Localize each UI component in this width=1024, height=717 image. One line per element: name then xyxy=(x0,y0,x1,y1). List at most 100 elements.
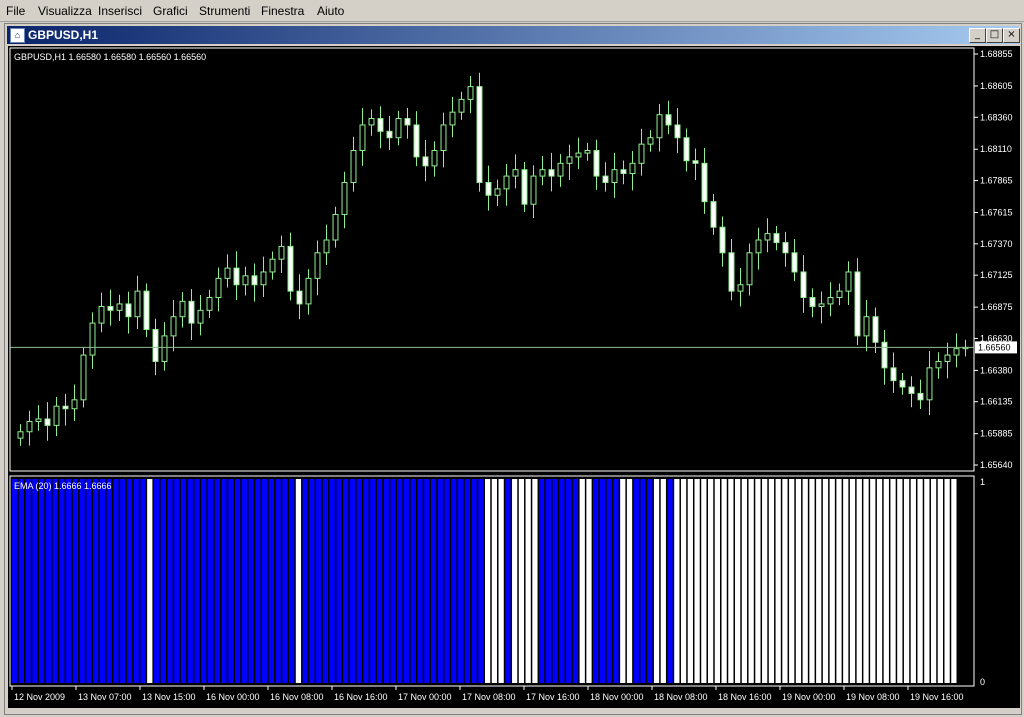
ema-bar xyxy=(714,479,720,683)
ema-bar xyxy=(140,479,146,683)
candle-body xyxy=(62,405,69,410)
ema-bar xyxy=(620,479,626,683)
price-plot-border xyxy=(9,47,975,472)
menu-finestra[interactable]: Finestra xyxy=(261,4,304,18)
ema-bar xyxy=(856,479,862,683)
ema-bar xyxy=(478,479,484,683)
ema-bar xyxy=(363,479,369,683)
candle-body xyxy=(215,277,222,299)
ema-bar xyxy=(221,479,227,683)
candle-body xyxy=(512,169,519,177)
candle-body xyxy=(323,239,330,254)
ema-bar xyxy=(207,479,214,683)
ema-bar xyxy=(464,479,470,683)
candle-body xyxy=(152,328,159,362)
ema-bar xyxy=(559,479,565,683)
ema-bar xyxy=(687,479,693,683)
candle-body xyxy=(71,399,78,410)
candle-body xyxy=(80,354,87,401)
menu-aiuto[interactable]: Aiuto xyxy=(317,4,344,18)
price-tick-label: 1.68110 xyxy=(980,144,1012,154)
candle-body xyxy=(548,169,555,177)
time-tick-label: 13 Nov 07:00 xyxy=(78,692,132,702)
ema-bar xyxy=(430,479,437,683)
menu-file[interactable]: File xyxy=(6,4,25,18)
price-tick-label: 1.66135 xyxy=(980,397,1013,407)
ema-bar xyxy=(647,479,653,683)
time-tick-label: 19 Nov 00:00 xyxy=(782,692,836,702)
candle-body xyxy=(827,297,834,305)
ema-bar xyxy=(133,479,139,683)
ema-bar xyxy=(383,479,389,683)
ema-bar xyxy=(532,479,538,683)
ema-bar xyxy=(370,479,376,683)
menu-inserisci[interactable]: Inserisci xyxy=(98,4,142,18)
candle-body xyxy=(395,118,402,139)
candle-body xyxy=(503,175,510,190)
candle-body xyxy=(413,124,420,158)
ema-bar xyxy=(93,479,99,683)
candle-body xyxy=(125,303,132,318)
candle-body xyxy=(368,118,375,126)
chart-window-icon: ⌂ xyxy=(10,28,25,43)
candle-body xyxy=(242,275,249,286)
ema-bar xyxy=(66,479,72,683)
ema-bar xyxy=(498,479,504,683)
candle-body xyxy=(305,277,312,305)
minimize-button[interactable]: _ xyxy=(969,28,986,43)
candle-body xyxy=(638,143,645,164)
candle-body xyxy=(332,213,339,241)
ema-bar xyxy=(25,479,31,683)
menu-visualizza[interactable]: Visualizza xyxy=(38,4,92,18)
ema-bar xyxy=(930,479,937,683)
ema-bar xyxy=(721,479,727,683)
maximize-button[interactable]: □ xyxy=(986,28,1003,43)
candle-body xyxy=(404,118,411,126)
candle-body xyxy=(764,233,771,241)
candle-body xyxy=(782,242,789,254)
candle-body xyxy=(431,150,438,167)
candle-body xyxy=(143,290,150,330)
candle-body xyxy=(35,418,42,423)
price-tick-label: 1.68605 xyxy=(980,81,1013,91)
candle-body xyxy=(539,169,546,177)
ema-bar xyxy=(79,479,85,683)
ema-bar xyxy=(606,479,612,683)
chart-area[interactable]: 1.68855 1.68605 1.68360 1.68110 1.67865 1.676… xyxy=(8,46,1020,708)
window-titlebar[interactable]: ⌂ GBPUSD,H1 _ □ × xyxy=(7,26,1020,44)
candle-body xyxy=(224,267,231,279)
ema-bar xyxy=(120,479,126,683)
ema-bar xyxy=(471,479,477,683)
ema-bar xyxy=(910,479,916,683)
close-button[interactable]: × xyxy=(1003,28,1020,43)
ema-bar xyxy=(12,479,18,683)
candle-body xyxy=(341,181,348,215)
ema-bar xyxy=(336,479,342,683)
menu-grafici[interactable]: Grafici xyxy=(153,4,188,18)
ema-bar xyxy=(289,479,295,683)
ema-bar xyxy=(802,479,808,683)
ema-bar xyxy=(680,479,687,683)
ema-bar xyxy=(843,479,849,683)
ema-bar xyxy=(809,479,815,683)
ema-bar xyxy=(566,479,572,683)
ema-bar xyxy=(822,479,829,683)
ema-bar xyxy=(437,479,443,683)
candle-body xyxy=(944,354,951,362)
ema-bar xyxy=(153,479,160,683)
price-axis: 1.68855 1.68605 1.68360 1.68110 1.67865 1.676… xyxy=(974,49,1017,470)
ema-bar xyxy=(599,479,606,683)
candle-body xyxy=(584,150,591,154)
ohlc-label: GBPUSD,H1 1.66580 1.66580 1.66560 1.6656… xyxy=(14,52,206,62)
time-tick-label: 17 Nov 00:00 xyxy=(398,692,452,702)
menu-strumenti[interactable]: Strumenti xyxy=(199,4,250,18)
candle-body xyxy=(899,380,906,388)
ema-bar xyxy=(633,479,639,683)
time-tick-label: 12 Nov 2009 xyxy=(14,692,65,702)
ema-bar xyxy=(512,479,518,683)
ema-bar xyxy=(552,479,558,683)
candle-body xyxy=(296,290,303,305)
ema-bar xyxy=(147,479,153,683)
ema-bar xyxy=(870,479,876,683)
candle-body xyxy=(773,233,780,244)
